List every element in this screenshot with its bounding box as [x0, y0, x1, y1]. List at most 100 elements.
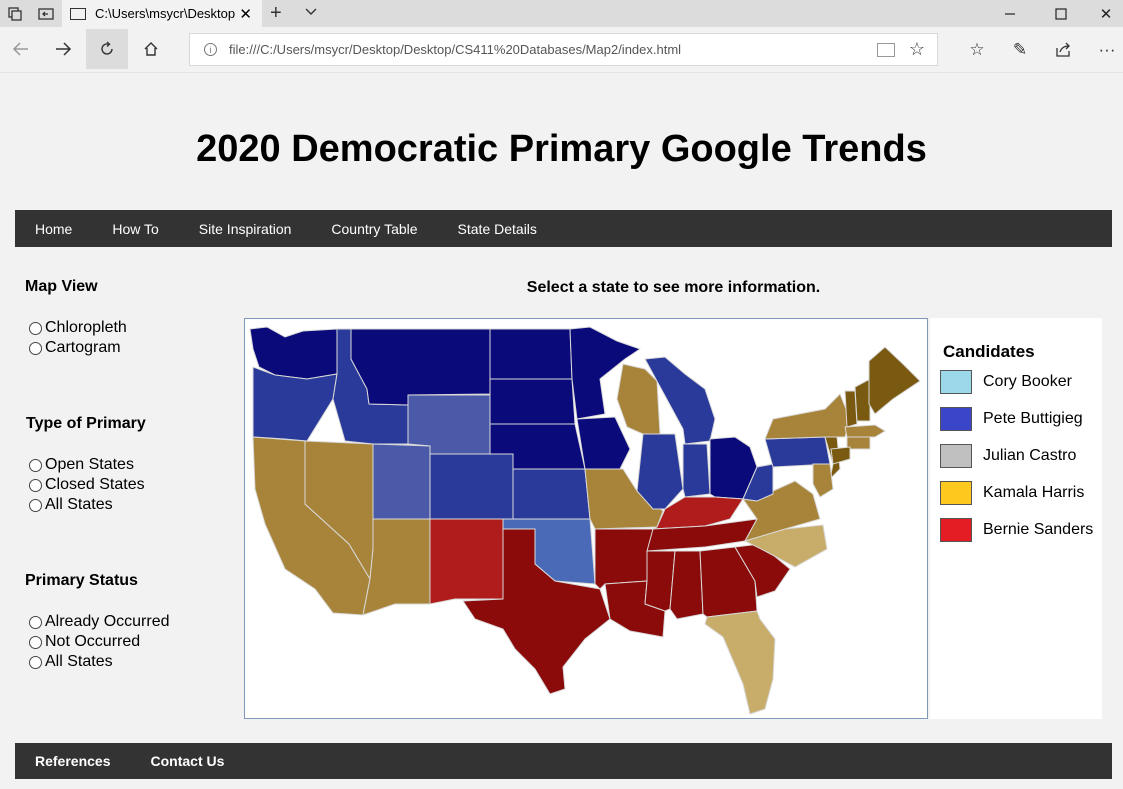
- radio-button[interactable]: [29, 655, 42, 669]
- radio-label: Closed States: [45, 476, 145, 493]
- info-icon[interactable]: i: [204, 43, 217, 56]
- radio-not-occurred[interactable]: Not Occurred: [29, 632, 235, 652]
- browser-tab-bar: C:\Users\msycr\Desktop ✕ + ✕: [0, 0, 1123, 27]
- tab-actions-icon[interactable]: [0, 0, 30, 27]
- state-region[interactable]: [868, 346, 921, 415]
- radio-label: All States: [45, 653, 113, 670]
- nav-site-inspiration[interactable]: Site Inspiration: [199, 221, 292, 237]
- radio-label: All States: [45, 496, 113, 513]
- radio-all-states-type[interactable]: All States: [29, 495, 235, 515]
- state-region[interactable]: [704, 610, 776, 715]
- minimize-icon[interactable]: [987, 0, 1033, 27]
- state-region[interactable]: [429, 518, 504, 605]
- map-view-heading: Map View: [25, 278, 98, 295]
- nav-country-table[interactable]: Country Table: [331, 221, 417, 237]
- state-region[interactable]: [407, 394, 491, 455]
- state-region[interactable]: [489, 378, 576, 425]
- state-region[interactable]: [252, 366, 338, 442]
- reading-view-icon[interactable]: [876, 42, 895, 57]
- maximize-icon[interactable]: [1038, 0, 1084, 27]
- state-region[interactable]: [636, 433, 684, 510]
- radio-cartogram[interactable]: Cartogram: [29, 338, 235, 358]
- top-nav: Home How To Site Inspiration Country Tab…: [15, 210, 1112, 247]
- legend-swatch: [940, 370, 972, 394]
- favorites-list-icon[interactable]: ☆: [962, 35, 992, 65]
- state-region[interactable]: [764, 393, 851, 440]
- radio-label: Not Occurred: [45, 633, 141, 650]
- legend-item: Pete Buttigieg: [940, 407, 1083, 431]
- radio-label: Cartogram: [45, 339, 121, 356]
- chevron-down-icon[interactable]: [304, 4, 318, 23]
- radio-closed-states[interactable]: Closed States: [29, 475, 235, 495]
- radio-all-states-status[interactable]: All States: [29, 652, 235, 672]
- radio-button[interactable]: [29, 498, 42, 512]
- state-region[interactable]: [372, 443, 431, 520]
- close-window-icon[interactable]: ✕: [1083, 0, 1123, 27]
- radio-open-states[interactable]: Open States: [29, 455, 235, 475]
- back-icon[interactable]: [0, 29, 42, 69]
- state-region[interactable]: [350, 328, 491, 406]
- nav-home[interactable]: Home: [35, 221, 72, 237]
- footer-references[interactable]: References: [35, 753, 111, 769]
- state-region[interactable]: [854, 378, 871, 422]
- legend-item: Cory Booker: [940, 370, 1072, 394]
- url-text: file:///C:/Users/msycr/Desktop/Desktop/C…: [229, 42, 682, 57]
- browser-tab[interactable]: C:\Users\msycr\Desktop ✕: [62, 0, 262, 27]
- primary-status-heading: Primary Status: [25, 572, 138, 589]
- footer-contact-us[interactable]: Contact Us: [151, 753, 225, 769]
- state-region[interactable]: [429, 453, 514, 520]
- legend-label: Julian Castro: [983, 447, 1077, 464]
- radio-button[interactable]: [29, 478, 42, 492]
- set-aside-tabs-icon[interactable]: [31, 0, 61, 27]
- legend-swatch: [940, 444, 972, 468]
- nav-state-details[interactable]: State Details: [458, 221, 537, 237]
- radio-button[interactable]: [29, 615, 42, 629]
- legend-item: Kamala Harris: [940, 481, 1084, 505]
- favorite-star-icon[interactable]: ☆: [909, 39, 925, 60]
- state-region[interactable]: [512, 468, 591, 520]
- pen-icon[interactable]: ✎: [1005, 35, 1035, 65]
- page-title: 2020 Democratic Primary Google Trends: [196, 128, 927, 170]
- browser-toolbar: i file:///C:/Users/msycr/Desktop/Desktop…: [0, 27, 1123, 73]
- state-region[interactable]: [830, 446, 851, 465]
- us-map[interactable]: [245, 319, 928, 719]
- candidate-legend: Candidates Cory Booker Pete Buttigieg Ju…: [930, 318, 1102, 719]
- page-icon: [70, 7, 86, 20]
- legend-item: Bernie Sanders: [940, 518, 1093, 542]
- state-region[interactable]: [594, 528, 654, 590]
- radio-button[interactable]: [29, 321, 42, 335]
- map-instruction: Select a state to see more information.: [526, 279, 821, 296]
- close-tab-icon[interactable]: ✕: [239, 5, 252, 23]
- state-region[interactable]: [669, 550, 704, 620]
- radio-button[interactable]: [29, 458, 42, 472]
- nav-how-to[interactable]: How To: [112, 221, 158, 237]
- legend-label: Kamala Harris: [983, 484, 1085, 501]
- more-icon[interactable]: ···: [1092, 35, 1122, 65]
- forward-icon[interactable]: [42, 29, 84, 69]
- legend-swatch: [940, 518, 972, 542]
- radio-label: Chloropleth: [45, 319, 127, 336]
- state-region[interactable]: [764, 436, 831, 468]
- state-region[interactable]: [576, 416, 631, 470]
- refresh-icon[interactable]: [86, 29, 128, 69]
- legend-item: Julian Castro: [940, 444, 1076, 468]
- radio-button[interactable]: [29, 341, 42, 355]
- new-tab-icon[interactable]: +: [270, 2, 282, 25]
- state-region[interactable]: [362, 518, 431, 616]
- legend-swatch: [940, 481, 972, 505]
- state-region[interactable]: [844, 424, 886, 438]
- state-region[interactable]: [812, 463, 834, 498]
- primary-type-heading: Type of Primary: [26, 415, 146, 432]
- state-region[interactable]: [682, 443, 711, 498]
- share-icon[interactable]: [1048, 35, 1078, 65]
- legend-heading: Candidates: [943, 342, 1035, 361]
- map-view-group: Map View Chloropleth Cartogram: [25, 278, 235, 358]
- address-bar[interactable]: i file:///C:/Users/msycr/Desktop/Desktop…: [189, 33, 938, 66]
- state-region[interactable]: [489, 328, 573, 380]
- radio-button[interactable]: [29, 635, 42, 649]
- radio-already-occurred[interactable]: Already Occurred: [29, 612, 235, 632]
- radio-chloropleth[interactable]: Chloropleth: [29, 318, 235, 338]
- primary-status-group: Primary Status Already Occurred Not Occu…: [25, 572, 235, 672]
- home-icon[interactable]: [130, 29, 172, 69]
- page-footer: References Contact Us: [15, 743, 1112, 779]
